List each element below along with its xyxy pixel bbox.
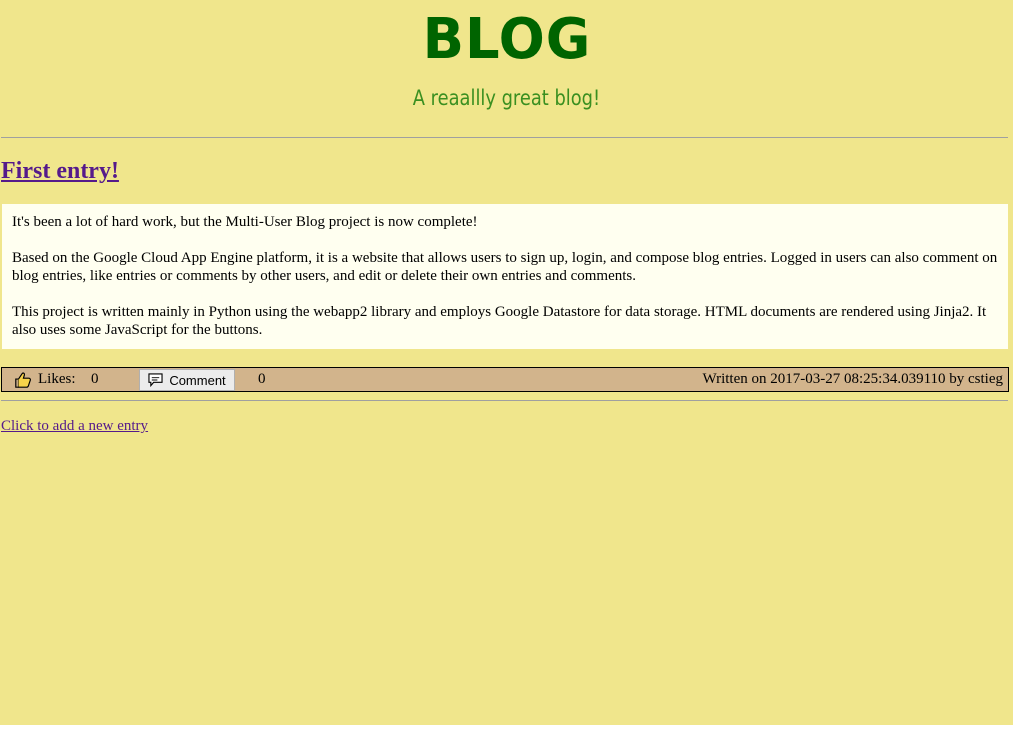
likes-count: 0 (91, 371, 99, 387)
entry-title-link[interactable]: First entry! (1, 158, 119, 185)
comment-button-label: Comment (169, 372, 226, 388)
speech-bubble-icon (148, 373, 163, 387)
blog-header: BLOG A reaallly great blog! (0, 0, 1013, 111)
like-button[interactable]: Likes: (14, 368, 76, 391)
likes-label: Likes: (38, 371, 76, 387)
blog-title: BLOG (422, 7, 591, 72)
page: BLOG A reaallly great blog! First entry!… (0, 0, 1013, 725)
entry-action-bar: Likes: 0 Comment 0 Written on 2017-03-27… (1, 367, 1009, 392)
entry-paragraph: It's been a lot of hard work, but the Mu… (12, 214, 478, 230)
comment-count: 0 (258, 371, 266, 387)
header-divider (1, 137, 1008, 138)
entry-body: It's been a lot of hard work, but the Mu… (2, 204, 1008, 349)
comment-button[interactable]: Comment (139, 369, 235, 391)
entry-written-info: Written on 2017-03-27 08:25:34.039110 by… (702, 371, 1003, 387)
add-entry-link[interactable]: Click to add a new entry (1, 418, 148, 435)
entry-divider (1, 400, 1008, 401)
blog-subtitle: A reaallly great blog! (412, 86, 601, 110)
entry-paragraph: Based on the Google Cloud App Engine pla… (12, 250, 998, 284)
entry-paragraph: This project is written mainly in Python… (12, 304, 987, 338)
thumbs-up-icon[interactable] (14, 371, 32, 389)
